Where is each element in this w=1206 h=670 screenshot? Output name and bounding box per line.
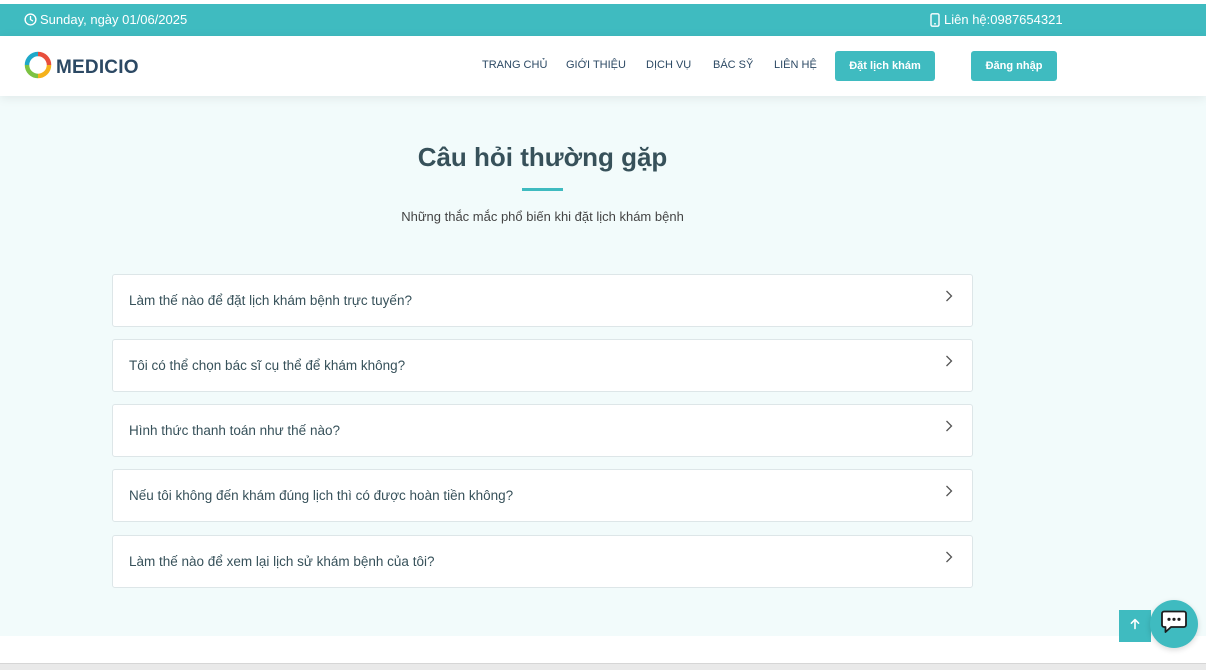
faq-item[interactable]: Làm thế nào để xem lại lịch sử khám bệnh… (112, 535, 973, 588)
section-title: Câu hỏi thường gặp (417, 142, 668, 172)
top-bar: Sunday, ngày 01/06/2025 Liên hệ:09876543… (0, 4, 1206, 36)
phone-icon (930, 12, 940, 27)
faq-item[interactable]: Làm thế nào để đặt lịch khám bệnh trực t… (112, 274, 973, 327)
section-subtitle: Những thắc mắc phổ biến khi đặt lịch khá… (401, 209, 684, 224)
chevron-right-icon (944, 550, 954, 569)
title-underline (522, 188, 563, 191)
clock-icon (24, 13, 37, 26)
faq-item[interactable]: Nếu tôi không đến khám đúng lịch thì có … (112, 469, 973, 522)
logo-text: MEDICIO (56, 56, 139, 78)
faq-section: Câu hỏi thường gặp Những thắc mắc phổ bi… (0, 96, 1206, 636)
book-appointment-button[interactable]: Đặt lịch khám (835, 51, 935, 81)
chat-button[interactable] (1150, 600, 1198, 648)
back-to-top-button[interactable] (1119, 610, 1151, 642)
date-text: Sunday, ngày 01/06/2025 (40, 12, 188, 27)
arrow-up-icon (1129, 617, 1141, 635)
chat-icon (1160, 609, 1188, 640)
logo-ring-icon (24, 51, 52, 84)
faq-item[interactable]: Tôi có thể chọn bác sĩ cụ thể để khám kh… (112, 339, 973, 392)
chevron-right-icon (944, 354, 954, 373)
faq-question: Hình thức thanh toán như thế nào? (129, 423, 340, 438)
contact-text: Liên hệ:0987654321 (944, 12, 1063, 27)
faq-question: Làm thế nào để đặt lịch khám bệnh trực t… (129, 293, 412, 308)
nav-home[interactable]: TRANG CHỦ (482, 59, 547, 71)
nav-doctors[interactable]: BÁC SỸ (713, 59, 753, 71)
site-header: MEDICIO TRANG CHỦ GIỚI THIỆU DỊCH VỤ BÁC… (0, 36, 1206, 96)
nav-contact[interactable]: LIÊN HỆ (774, 59, 817, 71)
login-button[interactable]: Đăng nhập (971, 51, 1057, 81)
chevron-right-icon (944, 289, 954, 308)
nav-services[interactable]: DỊCH VỤ (646, 59, 691, 71)
contact-display: Liên hệ:0987654321 (930, 12, 1063, 27)
date-display: Sunday, ngày 01/06/2025 (24, 12, 187, 27)
faq-question: Làm thế nào để xem lại lịch sử khám bệnh… (129, 554, 435, 569)
chevron-right-icon (944, 484, 954, 503)
browser-bottom-bar (0, 663, 1206, 670)
chevron-right-icon (944, 419, 954, 438)
faq-question: Tôi có thể chọn bác sĩ cụ thể để khám kh… (129, 358, 406, 373)
nav-about[interactable]: GIỚI THIỆU (566, 59, 626, 71)
faq-item[interactable]: Hình thức thanh toán như thế nào? (112, 404, 973, 457)
faq-question: Nếu tôi không đến khám đúng lịch thì có … (129, 488, 514, 503)
site-logo[interactable]: MEDICIO (24, 51, 139, 84)
